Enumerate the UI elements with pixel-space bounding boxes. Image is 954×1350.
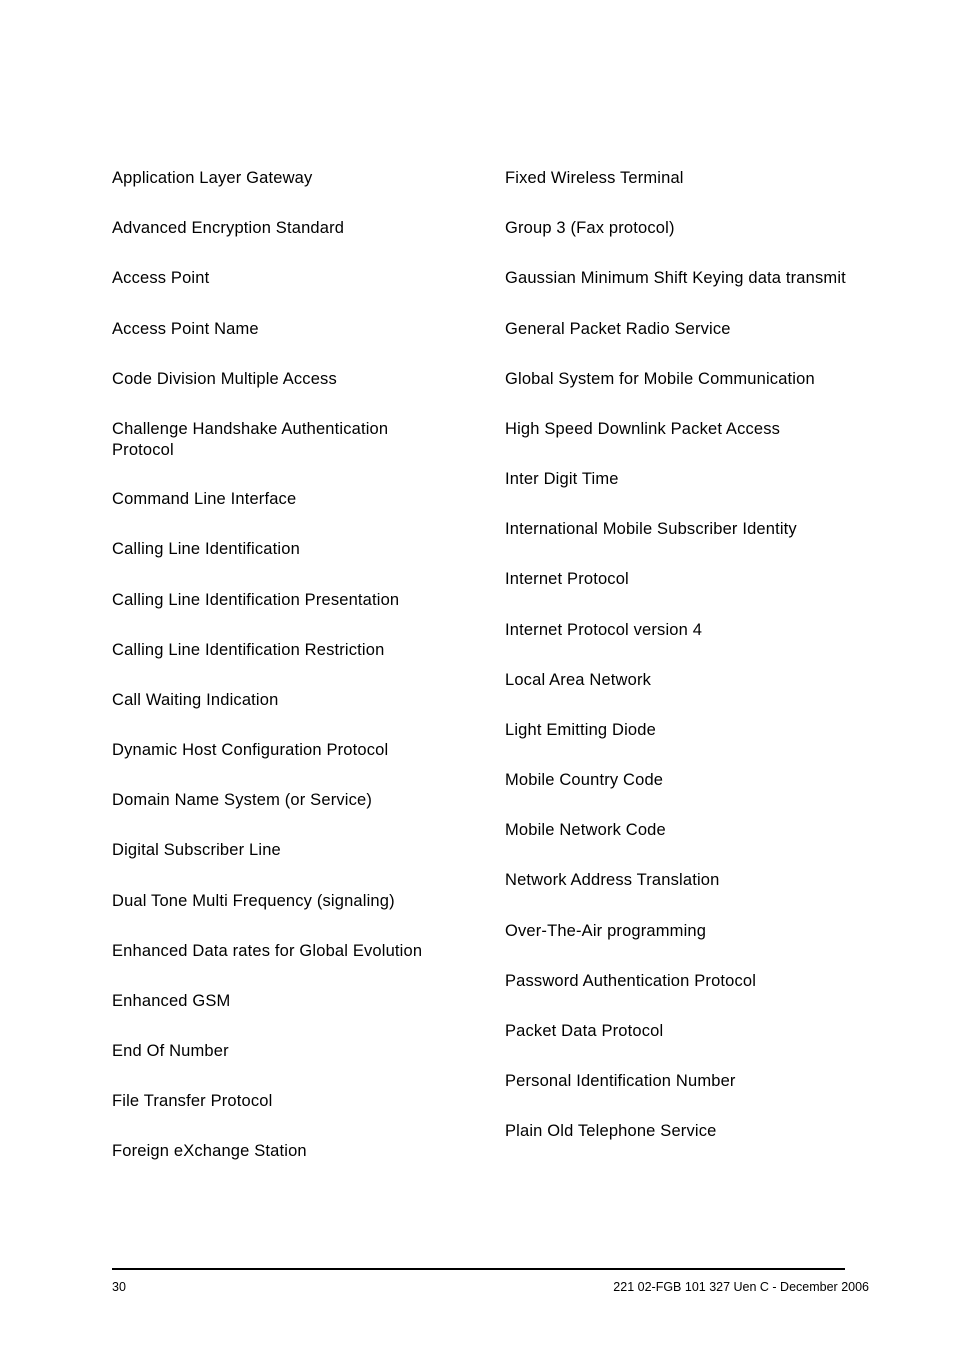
left-column-entry: Call Waiting Indication xyxy=(112,691,279,709)
left-column-entry: Code Division Multiple Access xyxy=(112,370,337,388)
left-column-entry: Calling Line Identification Restriction xyxy=(112,641,385,659)
left-column-entry: Access Point Name xyxy=(112,320,259,338)
right-column-entry: Internet Protocol xyxy=(505,570,629,588)
right-column-entry: Mobile Country Code xyxy=(505,771,664,789)
left-column-entry: Command Line Interface xyxy=(112,490,297,508)
document-page: Application Layer Gateway Advanced Encryp… xyxy=(0,0,954,1350)
left-column-entry: Calling Line Identification Presentation xyxy=(112,591,400,609)
right-column-entry: Group 3 (Fax protocol) xyxy=(505,219,675,237)
right-column-entry: Mobile Network Code xyxy=(505,821,666,839)
left-column-entry: Domain Name System (or Service) xyxy=(112,791,373,809)
right-column-entry: Light Emitting Diode xyxy=(505,721,656,739)
left-column-entry: Foreign eXchange Station xyxy=(112,1142,307,1160)
right-column-entry: Local Area Network xyxy=(505,671,652,689)
right-column-entry: High Speed Downlink Packet Access xyxy=(505,420,781,438)
right-column-entry: Network Address Translation xyxy=(505,871,720,889)
left-column-entry: Enhanced GSM xyxy=(112,992,231,1010)
footer-page-number: 30 xyxy=(112,1280,126,1294)
footer-divider xyxy=(112,1268,845,1270)
left-column-entry: Advanced Encryption Standard xyxy=(112,219,345,237)
footer-row: 30 221 02-FGB 101 327 Uen C - December 2… xyxy=(112,1278,869,1296)
right-column-entry: Personal Identification Number xyxy=(505,1072,736,1090)
left-column-entry: End Of Number xyxy=(112,1042,229,1060)
right-column-entry: Global System for Mobile Communication xyxy=(505,370,815,388)
left-column-entry: Dynamic Host Configuration Protocol xyxy=(112,741,389,759)
left-column-entry: File Transfer Protocol xyxy=(112,1092,273,1110)
left-column-entry: Digital Subscriber Line xyxy=(112,841,281,859)
left-column-entry: Application Layer Gateway xyxy=(112,169,313,187)
right-column-entry: Password Authentication Protocol xyxy=(505,972,757,990)
right-column-entry: Gaussian Minimum Shift Keying data trans… xyxy=(505,269,846,287)
left-column-entry: Access Point xyxy=(112,269,210,287)
right-column-entry: Packet Data Protocol xyxy=(505,1022,664,1040)
left-column-entry: Challenge Handshake Authentication Proto… xyxy=(112,420,389,459)
page-footer: 30 221 02-FGB 101 327 Uen C - December 2… xyxy=(112,1268,869,1296)
left-column-entry: Calling Line Identification xyxy=(112,540,300,558)
right-column-entry: International Mobile Subscriber Identity xyxy=(505,520,797,538)
right-column-entry: Plain Old Telephone Service xyxy=(505,1122,717,1140)
page-content: Application Layer Gateway Advanced Encryp… xyxy=(0,0,954,1240)
right-column-entry: Inter Digit Time xyxy=(505,470,619,488)
left-column-entry: Dual Tone Multi Frequency (signaling) xyxy=(112,892,395,910)
left-column-entry: Enhanced Data rates for Global Evolution xyxy=(112,942,423,960)
right-column-entry: Over-The-Air programming xyxy=(505,922,707,940)
right-column-entry: Fixed Wireless Terminal xyxy=(505,169,684,187)
right-column-entry: General Packet Radio Service xyxy=(505,320,731,338)
right-column-entry: Internet Protocol version 4 xyxy=(505,621,703,639)
footer-document-id: 221 02-FGB 101 327 Uen C - December 2006 xyxy=(613,1280,869,1294)
